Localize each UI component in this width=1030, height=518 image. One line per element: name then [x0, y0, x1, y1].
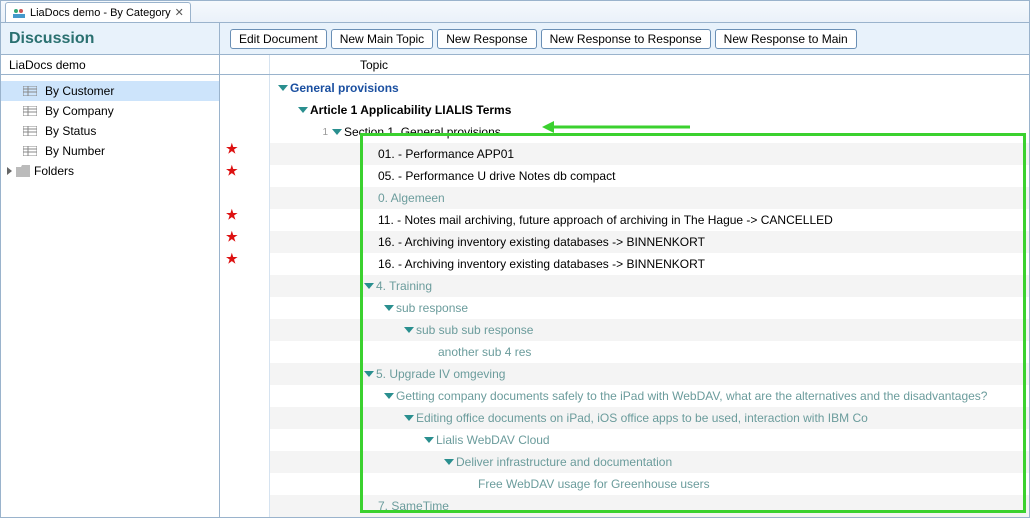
- tree-row-label: sub response: [396, 301, 468, 315]
- people-icon: [12, 6, 26, 20]
- tree-row[interactable]: 7. SameTime: [270, 495, 1029, 517]
- tree-row[interactable]: Editing office documents on iPad, iOS of…: [270, 407, 1029, 429]
- edit-document-button[interactable]: Edit Document: [230, 29, 327, 49]
- tree-row-label: Section 1. General provisions: [344, 125, 501, 139]
- tree-row[interactable]: Lialis WebDAV Cloud: [270, 429, 1029, 451]
- tree-row-label: Article 1 Applicability LIALIS Terms: [310, 103, 511, 117]
- new-response-button[interactable]: New Response: [437, 29, 536, 49]
- breadcrumb: LiaDocs demo: [1, 55, 220, 74]
- content: By Customer By Company By Status By Number F…: [1, 75, 1029, 517]
- tree-row[interactable]: Article 1 Applicability LIALIS Terms: [270, 99, 1029, 121]
- page-title: Discussion: [1, 23, 220, 54]
- tree-row[interactable]: 05. - Performance U drive Notes db compa…: [270, 165, 1029, 187]
- sidebar-item-label: By Status: [45, 124, 96, 138]
- tree-row-label: 4. Training: [376, 279, 432, 293]
- tree-row-label: sub sub sub response: [416, 323, 533, 337]
- tree-row[interactable]: another sub 4 res: [270, 341, 1029, 363]
- tab-label: LiaDocs demo - By Category: [30, 7, 171, 19]
- tree-row[interactable]: 5. Upgrade IV omgeving: [270, 363, 1029, 385]
- tree-row-label: 16. - Archiving inventory existing datab…: [378, 235, 705, 249]
- view-icon: [23, 106, 37, 116]
- sidebar-folders[interactable]: Folders: [1, 161, 219, 181]
- chevron-down-icon[interactable]: [404, 327, 414, 333]
- chevron-down-icon[interactable]: [332, 129, 342, 135]
- sidebar-item[interactable]: By Status: [1, 121, 219, 141]
- tree-row[interactable]: 16. - Archiving inventory existing datab…: [270, 231, 1029, 253]
- tree-row-label: Lialis WebDAV Cloud: [436, 433, 550, 447]
- star-column-header: [220, 55, 270, 74]
- chevron-down-icon[interactable]: [364, 283, 374, 289]
- tree-row-label: 11. - Notes mail archiving, future appro…: [378, 213, 833, 227]
- tree-row-label: General provisions: [290, 81, 399, 95]
- sidebar-item[interactable]: By Number: [1, 141, 219, 161]
- chevron-down-icon[interactable]: [298, 107, 308, 113]
- new-indicator-icon: ★: [226, 163, 238, 179]
- tree-row[interactable]: 11. - Notes mail archiving, future appro…: [270, 209, 1029, 231]
- document-tab[interactable]: LiaDocs demo - By Category ✕: [5, 2, 191, 22]
- view-icon: [23, 146, 37, 156]
- chevron-down-icon[interactable]: [364, 371, 374, 377]
- new-indicator-icon: ★: [226, 141, 238, 157]
- tree-row-label: Getting company documents safely to the …: [396, 389, 987, 403]
- tree-row[interactable]: 1 Section 1. General provisions: [270, 121, 1029, 143]
- view-icon: [23, 126, 37, 136]
- folder-icon: [16, 165, 30, 177]
- chevron-down-icon[interactable]: [424, 437, 434, 443]
- chevron-down-icon[interactable]: [384, 393, 394, 399]
- tree-row-label: 05. - Performance U drive Notes db compa…: [378, 169, 615, 183]
- new-indicator-icon: ★: [226, 229, 238, 245]
- tree-row-label: another sub 4 res: [438, 345, 531, 359]
- tree-row[interactable]: sub sub sub response: [270, 319, 1029, 341]
- star-column: ★ ★ ★ ★ ★: [220, 75, 270, 517]
- new-main-topic-button[interactable]: New Main Topic: [331, 29, 433, 49]
- tree-row[interactable]: 0. Algemeen: [270, 187, 1029, 209]
- tab-bar: LiaDocs demo - By Category ✕: [1, 1, 1029, 23]
- sidebar-item-label: By Customer: [45, 84, 114, 98]
- new-indicator-icon: ★: [226, 251, 238, 267]
- tree-row-label: 7. SameTime: [378, 499, 449, 513]
- sidebar-item[interactable]: By Company: [1, 101, 219, 121]
- chevron-down-icon[interactable]: [404, 415, 414, 421]
- sidebar-item[interactable]: By Customer: [1, 81, 219, 101]
- expand-icon: [7, 167, 12, 175]
- sidebar-item-label: By Company: [45, 104, 114, 118]
- tree-row[interactable]: General provisions: [270, 77, 1029, 99]
- chevron-down-icon[interactable]: [384, 305, 394, 311]
- tree-row-label: 01. - Performance APP01: [378, 147, 514, 161]
- close-icon[interactable]: ✕: [175, 6, 184, 19]
- tree-row-label: Deliver infrastructure and documentation: [456, 455, 672, 469]
- topic-tree: General provisions Article 1 Applicabilit…: [270, 75, 1029, 517]
- new-indicator-icon: ★: [226, 207, 238, 223]
- tree-row[interactable]: 16. - Archiving inventory existing datab…: [270, 253, 1029, 275]
- tree-row[interactable]: 4. Training: [270, 275, 1029, 297]
- tree-row[interactable]: 01. - Performance APP01: [270, 143, 1029, 165]
- tree-row[interactable]: Deliver infrastructure and documentation: [270, 451, 1029, 473]
- sidebar: By Customer By Company By Status By Number F…: [1, 75, 220, 517]
- tree-row-label: Free WebDAV usage for Greenhouse users: [478, 477, 710, 491]
- main-panel: General provisions Article 1 Applicabilit…: [270, 75, 1029, 517]
- toolbar: Edit Document New Main Topic New Respons…: [220, 29, 857, 49]
- tree-row[interactable]: Getting company documents safely to the …: [270, 385, 1029, 407]
- view-icon: [23, 86, 37, 96]
- column-header: LiaDocs demo Topic: [1, 55, 1029, 75]
- chevron-down-icon[interactable]: [278, 85, 288, 91]
- sidebar-item-label: By Number: [45, 144, 105, 158]
- new-response-to-main-button[interactable]: New Response to Main: [715, 29, 857, 49]
- chevron-down-icon[interactable]: [444, 459, 454, 465]
- tree-row[interactable]: sub response: [270, 297, 1029, 319]
- row-number: 1: [308, 127, 328, 138]
- new-response-to-response-button[interactable]: New Response to Response: [541, 29, 711, 49]
- header-row: Discussion Edit Document New Main Topic …: [1, 23, 1029, 55]
- tree-row-label: 5. Upgrade IV omgeving: [376, 367, 505, 381]
- tree-row-label: Editing office documents on iPad, iOS of…: [416, 411, 868, 425]
- tree-row-label: 0. Algemeen: [378, 191, 445, 205]
- folders-label: Folders: [34, 164, 74, 178]
- tree-row[interactable]: Free WebDAV usage for Greenhouse users: [270, 473, 1029, 495]
- topic-column-header[interactable]: Topic: [270, 55, 1029, 74]
- tree-row-label: 16. - Archiving inventory existing datab…: [378, 257, 705, 271]
